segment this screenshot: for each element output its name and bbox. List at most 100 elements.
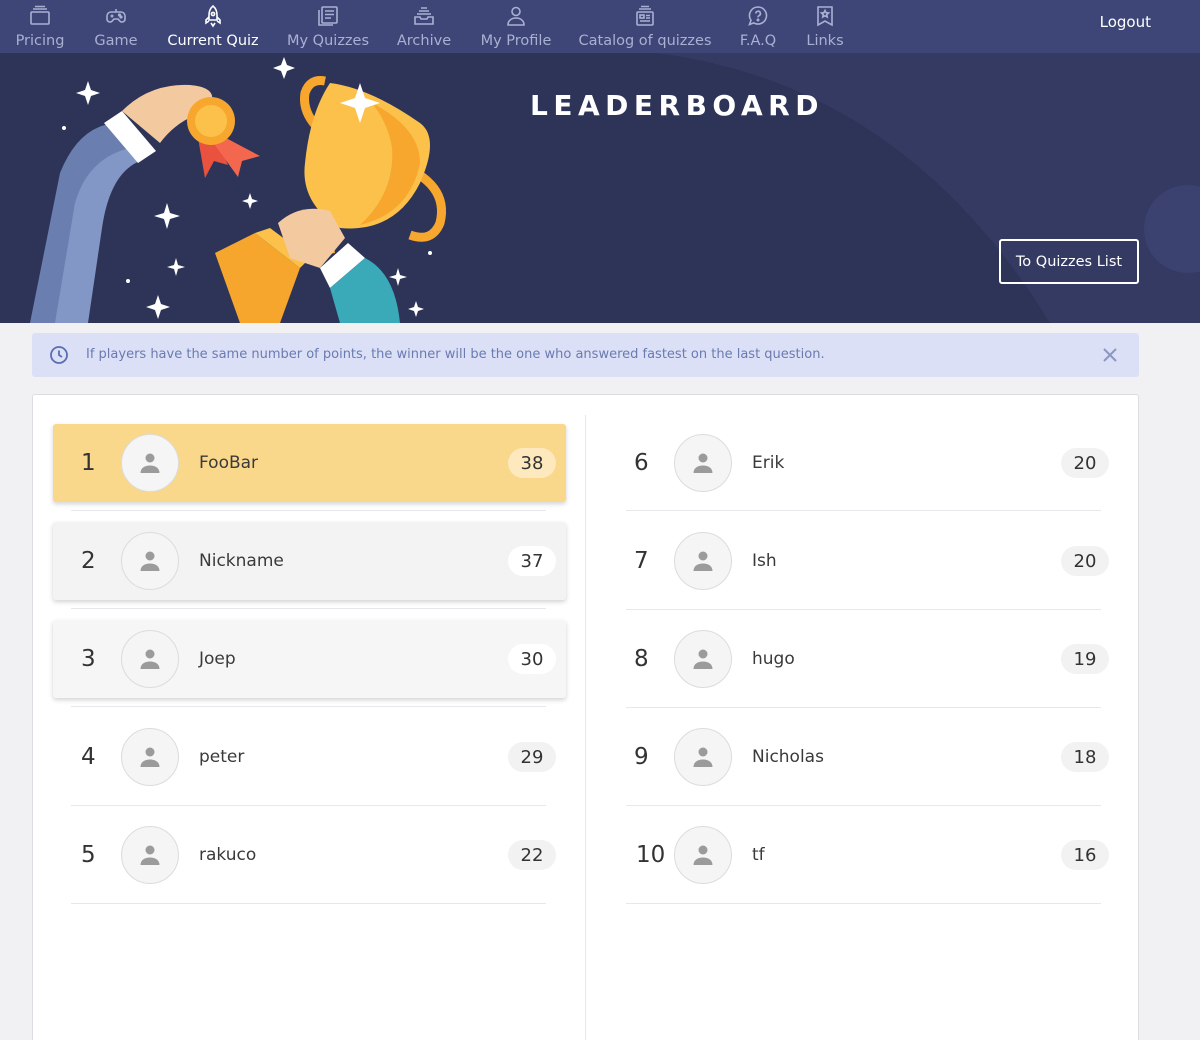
leaderboard-hero: LEADERBOARD To Quizzes List — [0, 53, 1200, 323]
player-name: rakuco — [199, 845, 257, 865]
player-rank: 7 — [634, 548, 649, 574]
nav-item-archive[interactable]: Archive — [396, 0, 452, 53]
nav-label: Pricing — [15, 33, 65, 49]
player-name: hugo — [752, 649, 795, 669]
leaderboard-row[interactable]: 4 peter 29 — [53, 718, 566, 796]
avatar — [674, 826, 732, 884]
player-score-badge: 30 — [508, 644, 556, 674]
nav-label: My Profile — [480, 33, 552, 49]
player-rank: 6 — [634, 450, 649, 476]
player-name: Joep — [199, 649, 236, 669]
avatar — [674, 728, 732, 786]
player-score-badge: 37 — [508, 546, 556, 576]
avatar — [121, 728, 179, 786]
user-avatar-icon — [140, 747, 160, 767]
leaderboard-row[interactable]: 7 Ish 20 — [606, 522, 1119, 600]
nav-label: Archive — [396, 33, 452, 49]
player-rank: 5 — [81, 842, 96, 868]
user-avatar-icon — [140, 845, 160, 865]
user-avatar-icon — [693, 649, 713, 669]
player-name: FooBar — [199, 453, 259, 473]
catalog-icon — [636, 5, 654, 26]
player-score-badge: 29 — [508, 742, 556, 772]
leaderboard-row[interactable]: 9 Nicholas 18 — [606, 718, 1119, 796]
top-navigation: Pricing Game Current Quiz My Quizzes Arc… — [0, 0, 1200, 53]
quizzes-icon — [318, 6, 338, 26]
bookmark-icon — [817, 6, 833, 27]
avatar — [674, 532, 732, 590]
row-separator — [71, 805, 546, 806]
archive-icon — [414, 7, 434, 25]
leaderboard-row[interactable]: 2 Nickname 37 — [53, 522, 566, 600]
avatar — [674, 630, 732, 688]
gamepad-icon — [106, 9, 126, 23]
player-name: Ish — [752, 551, 777, 571]
user-avatar-icon — [693, 747, 713, 767]
nav-item-my-profile[interactable]: My Profile — [478, 0, 554, 53]
rocket-icon — [205, 4, 221, 28]
clock-icon — [50, 346, 68, 364]
player-rank: 10 — [636, 842, 666, 868]
row-separator — [71, 706, 546, 707]
tie-break-info-alert: If players have the same number of point… — [32, 333, 1139, 377]
leaderboard-row[interactable]: 1 FooBar 38 — [53, 424, 566, 502]
leaderboard-panel: 1 FooBar 38 2 Nickname 37 3 Joep 30 4 pe… — [32, 394, 1139, 1040]
trophy-illustration — [30, 57, 446, 323]
avatar — [121, 434, 179, 492]
player-score-badge: 20 — [1061, 546, 1109, 576]
avatar — [121, 630, 179, 688]
column-divider — [585, 415, 586, 1040]
to-quizzes-list-button[interactable]: To Quizzes List — [999, 239, 1139, 284]
nav-label: Current Quiz — [167, 33, 259, 49]
player-rank: 2 — [81, 548, 96, 574]
player-rank: 1 — [81, 450, 96, 476]
row-separator — [626, 805, 1101, 806]
player-name: tf — [752, 845, 765, 865]
row-separator — [626, 707, 1101, 708]
user-avatar-icon — [693, 845, 713, 865]
user-avatar-icon — [693, 551, 713, 571]
player-score-badge: 22 — [508, 840, 556, 870]
player-rank: 3 — [81, 646, 96, 672]
row-separator — [71, 608, 546, 609]
leaderboard-row[interactable]: 3 Joep 30 — [53, 620, 566, 698]
nav-label: My Quizzes — [286, 33, 370, 49]
player-score-badge: 38 — [508, 448, 556, 478]
nav-item-my-quizzes[interactable]: My Quizzes — [286, 0, 370, 53]
nav-item-pricing[interactable]: Pricing — [12, 0, 68, 53]
nav-label: Links — [806, 33, 844, 49]
user-avatar-icon — [140, 649, 160, 669]
row-separator — [626, 609, 1101, 610]
avatar — [674, 434, 732, 492]
nav-item-faq[interactable]: F.A.Q — [736, 0, 780, 53]
pricing-icon — [30, 5, 50, 25]
user-avatar-icon — [140, 551, 160, 571]
player-name: Nickname — [199, 551, 284, 571]
leaderboard-row[interactable]: 6 Erik 20 — [606, 424, 1119, 502]
player-score-badge: 18 — [1061, 742, 1109, 772]
leaderboard-row[interactable]: 10 tf 16 — [606, 816, 1119, 894]
row-separator — [71, 510, 546, 511]
row-separator — [626, 903, 1101, 904]
nav-item-current-quiz[interactable]: Current Quiz — [166, 0, 260, 53]
close-icon[interactable] — [1101, 346, 1119, 364]
nav-item-game[interactable]: Game — [92, 0, 140, 53]
user-avatar-icon — [693, 453, 713, 473]
nav-item-catalog-of-quizzes[interactable]: Catalog of quizzes — [578, 0, 712, 53]
leaderboard-row[interactable]: 8 hugo 19 — [606, 620, 1119, 698]
nav-item-links[interactable]: Links — [804, 0, 846, 53]
avatar — [121, 532, 179, 590]
player-score-badge: 20 — [1061, 448, 1109, 478]
player-rank: 8 — [634, 646, 649, 672]
nav-label: Catalog of quizzes — [578, 33, 712, 49]
player-rank: 9 — [634, 744, 649, 770]
player-rank: 4 — [81, 744, 96, 770]
player-name: Nicholas — [752, 747, 824, 767]
leaderboard-row[interactable]: 5 rakuco 22 — [53, 816, 566, 894]
faq-icon — [748, 6, 768, 26]
nav-label: F.A.Q — [739, 33, 777, 49]
user-avatar-icon — [140, 453, 160, 473]
player-name: peter — [199, 747, 245, 767]
row-separator — [626, 510, 1101, 511]
logout-link[interactable]: Logout — [1100, 13, 1151, 31]
